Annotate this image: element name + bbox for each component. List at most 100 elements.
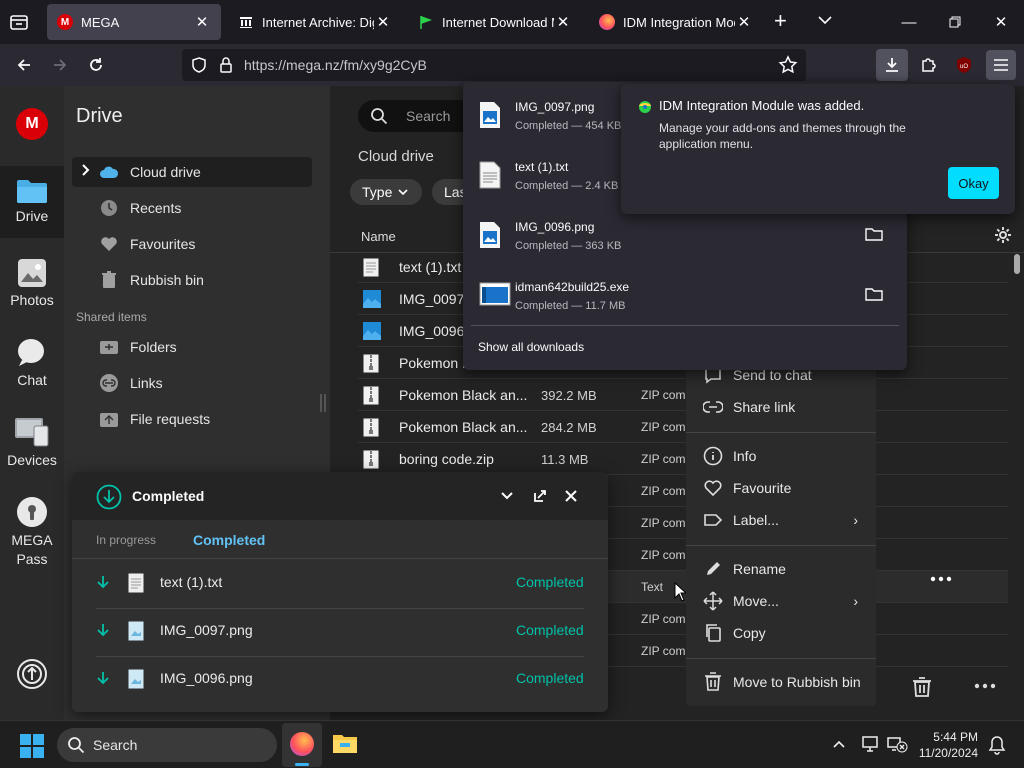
close-tab-icon[interactable]: ✕	[554, 13, 572, 31]
menu-item-favourite[interactable]: Favourite	[686, 473, 876, 503]
rail-item-mega-pass[interactable]: MEGA Pass	[0, 496, 64, 567]
sidebar-item-favourites[interactable]: Favourites	[72, 229, 312, 259]
breadcrumb[interactable]: Cloud drive	[358, 148, 434, 165]
clock[interactable]: 5:44 PM 11/20/2024	[914, 729, 978, 761]
url-text[interactable]: https://mega.nz/fm/xy9g2CyB	[244, 57, 427, 73]
addon-installed-notification: IDM Integration Module was added. Manage…	[621, 84, 1015, 214]
tab-overflow-chevron-icon[interactable]	[816, 14, 834, 26]
close-tab-icon[interactable]: ✕	[735, 13, 753, 31]
downloads-arrow-icon[interactable]	[876, 49, 908, 81]
tab-list-icon[interactable]	[8, 11, 30, 33]
menu-item-label-submenu[interactable]: Label... ›	[686, 505, 876, 535]
tab-mega[interactable]: M MEGA ✕	[47, 4, 221, 40]
download-item[interactable]: IMG_0096.png Completed — 363 KB	[473, 206, 897, 264]
chevron-right-icon[interactable]	[82, 164, 90, 176]
menu-item-copy[interactable]: Copy	[686, 618, 876, 648]
zip-file-icon	[363, 354, 379, 373]
file-row[interactable]: boring code.zip 11.3 MB ZIP com	[358, 443, 1008, 475]
transfer-panel-title: Completed	[132, 488, 205, 504]
sidebar-item-cloud-drive[interactable]: Cloud drive	[72, 157, 312, 187]
okay-button[interactable]: Okay	[948, 167, 999, 199]
mega-logo-icon[interactable]: M	[16, 108, 48, 140]
taskbar-firefox[interactable]	[282, 723, 322, 767]
transfer-status: Completed	[516, 670, 584, 686]
file-name: boring code.zip	[399, 451, 494, 467]
sidebar-item-rubbish-bin[interactable]: Rubbish bin	[72, 265, 312, 295]
expand-icon[interactable]	[532, 488, 548, 504]
transfer-row[interactable]: IMG_0096.png Completed	[72, 655, 608, 703]
type-filter-button[interactable]: Type	[350, 179, 422, 205]
show-hidden-icons-chevron[interactable]	[832, 739, 846, 749]
sidebar-item-folders[interactable]: Folders	[72, 332, 312, 362]
tab-completed[interactable]: Completed	[193, 532, 265, 548]
taskbar-search-box[interactable]: Search	[57, 728, 277, 762]
bottom-more-icon[interactable]	[974, 683, 996, 689]
ublock-icon[interactable]: uO	[950, 51, 978, 79]
sidebar-item-recents[interactable]: Recents	[72, 193, 312, 223]
sidebar-resize-handle[interactable]	[320, 394, 326, 412]
lock-icon[interactable]	[218, 56, 234, 74]
sidebar-item-links[interactable]: Links	[72, 368, 312, 398]
firefox-icon	[599, 14, 615, 30]
file-row[interactable]: Pokemon Black an... 392.2 MB ZIP com	[358, 379, 1008, 411]
minimize-icon[interactable]: —	[886, 0, 932, 44]
bottom-trash-icon[interactable]	[912, 676, 932, 698]
close-panel-icon[interactable]	[564, 489, 578, 503]
back-arrow-icon[interactable]	[10, 51, 38, 79]
rail-item-drive[interactable]: Drive	[0, 166, 64, 238]
panel-separator	[471, 325, 899, 326]
menu-item-rename[interactable]: Rename	[686, 554, 876, 584]
bookmark-star-icon[interactable]	[778, 55, 798, 75]
transfers-icon[interactable]	[16, 658, 48, 690]
zip-file-icon	[363, 450, 379, 469]
rail-item-devices[interactable]: Devices	[0, 416, 64, 468]
shield-icon[interactable]	[190, 56, 208, 74]
close-tab-icon[interactable]: ✕	[193, 13, 211, 31]
transfer-file-name: IMG_0097.png	[160, 622, 253, 638]
clock-date: 11/20/2024	[918, 746, 978, 760]
reload-icon[interactable]	[82, 51, 110, 79]
restore-icon[interactable]	[932, 0, 978, 44]
download-item[interactable]: idman642build25.exe Completed — 11.7 MB	[473, 266, 897, 324]
transfer-row[interactable]: text (1).txt Completed	[72, 559, 608, 607]
display-icon[interactable]	[860, 735, 880, 753]
show-in-folder-icon[interactable]	[865, 287, 883, 301]
trash-icon	[703, 672, 723, 692]
file-explorer-icon[interactable]	[332, 731, 358, 755]
new-tab-plus-icon[interactable]: +	[774, 10, 787, 32]
tab-idm-integration[interactable]: IDM Integration Modul ✕	[589, 4, 763, 40]
tab-in-progress[interactable]: In progress	[96, 533, 156, 547]
close-tab-icon[interactable]: ✕	[374, 13, 392, 31]
settings-gear-icon[interactable]	[994, 226, 1012, 244]
windows-start-icon[interactable]	[20, 734, 44, 758]
hamburger-menu-icon[interactable]	[986, 50, 1016, 80]
notification-bell-icon[interactable]	[988, 735, 1006, 755]
menu-item-move-to-rubbish-bin[interactable]: Move to Rubbish bin	[686, 667, 876, 697]
close-window-icon[interactable]: ✕	[978, 0, 1024, 44]
file-row[interactable]: Pokemon Black an... 284.2 MB ZIP com	[358, 411, 1008, 443]
image-file-icon	[128, 621, 144, 641]
rail-item-photos[interactable]: Photos	[0, 258, 64, 308]
menu-item-move[interactable]: Move... ›	[686, 586, 876, 616]
file-name: Pokemon I	[399, 355, 466, 371]
name-column-header[interactable]: Name	[361, 229, 396, 244]
row-more-options-icon[interactable]	[930, 576, 952, 582]
transfer-row[interactable]: IMG_0097.png Completed	[72, 607, 608, 655]
sidebar-item-file-requests[interactable]: File requests	[72, 404, 312, 434]
menu-item-info[interactable]: Info	[686, 441, 876, 471]
menu-item-share-link[interactable]: Share link	[686, 392, 876, 422]
forward-arrow-icon[interactable]	[46, 51, 74, 79]
idm-extension-icon	[637, 98, 653, 114]
network-disconnected-icon[interactable]	[886, 735, 908, 753]
rail-item-chat[interactable]: Chat	[0, 338, 64, 388]
collapse-chevron-icon[interactable]	[500, 491, 514, 501]
show-all-downloads-link[interactable]: Show all downloads	[478, 340, 584, 354]
tab-internet-archive[interactable]: Internet Archive: Digita ✕	[228, 4, 402, 40]
show-in-folder-icon[interactable]	[865, 227, 883, 241]
folder-icon	[16, 178, 48, 204]
mega-tab-icon: M	[57, 14, 73, 30]
extensions-puzzle-icon[interactable]	[914, 51, 942, 79]
tab-internet-download-manager[interactable]: Internet Download Ma ✕	[408, 4, 582, 40]
url-bar[interactable]: https://mega.nz/fm/xy9g2CyB	[182, 49, 806, 81]
scrollbar-thumb[interactable]	[1014, 254, 1020, 274]
